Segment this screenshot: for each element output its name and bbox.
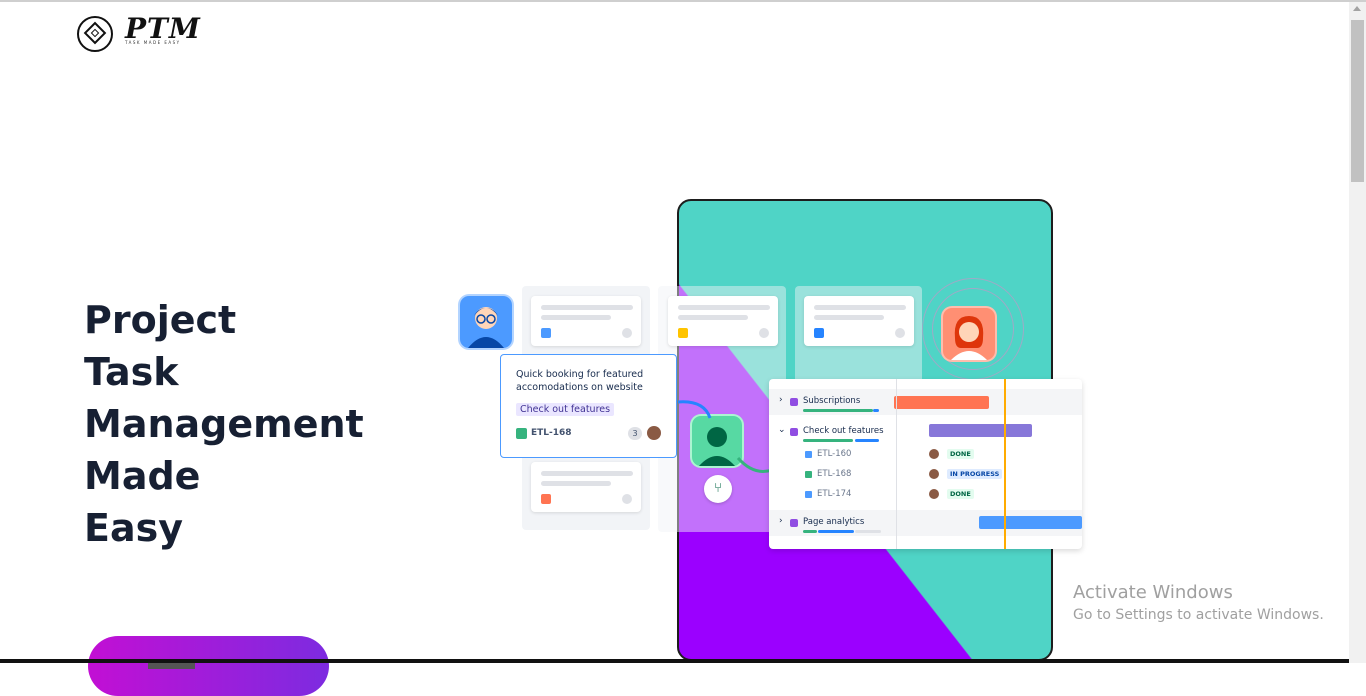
assignee-avatar [647,426,661,440]
vertical-scrollbar[interactable] [1349,2,1366,663]
logo-tagline: TASK MADE EASY [125,40,181,45]
issue-card-popup: Quick booking for featured accomodations… [500,354,677,458]
board-card [804,296,914,346]
connector-lines [677,400,773,473]
subtask-key: ETL-168 [817,469,852,479]
subtask-key: ETL-160 [817,449,852,459]
pull-request-icon: ⑂ [704,475,732,503]
row-label-subscriptions: Subscriptions [803,396,861,406]
timeline-row: ⌄ Check out features [769,419,1082,445]
story-icon [516,428,527,439]
scroll-thumb[interactable] [1351,20,1364,182]
board-card [531,462,641,512]
hero-line-4: Made [84,454,201,498]
status-badge: DONE [947,449,974,459]
hero-line-2: Task [84,350,179,394]
board-card [668,296,778,346]
activate-windows-subtitle: Go to Settings to activate Windows. [1073,607,1324,623]
timeline-row: › Subscriptions [769,389,1082,415]
hero-line-1: Project [84,298,237,342]
status-badge: DONE [947,489,974,499]
taskbar-edge [0,659,1349,663]
subtask-key: ETL-174 [817,489,852,499]
status-badge: IN PROGRESS [947,469,1003,479]
roadmap-timeline: › Subscriptions ⌄ Check out features ETL… [769,379,1082,549]
get-started-button[interactable] [88,636,329,696]
timeline-divider [896,379,897,549]
issue-title-line-2: accomodations on website [516,382,643,393]
epic-chip: Check out features [516,403,615,416]
issue-key: ETL-168 [531,428,572,438]
activate-windows-title: Activate Windows [1073,582,1233,603]
hero-line-5: Easy [84,506,183,550]
timeline-row: › Page analytics [769,510,1082,536]
hero-line-3: Management [84,402,364,446]
row-label-check-out-features: Check out features [803,426,884,436]
today-marker [1004,379,1006,549]
issue-title-line-1: Quick booking for featured [516,369,644,380]
timeline-subtask-row: ETL-174 DONE [769,485,1082,511]
board-card [531,296,641,346]
comment-count: 3 [628,427,642,440]
window-top-border [0,0,1366,2]
user-avatar-red [943,308,995,360]
row-label-page-analytics: Page analytics [803,517,865,527]
hero-heading: Project Task Management Made Easy [84,294,364,554]
user-avatar-blue [460,296,512,348]
scroll-up-arrow-icon[interactable] [1353,6,1361,11]
